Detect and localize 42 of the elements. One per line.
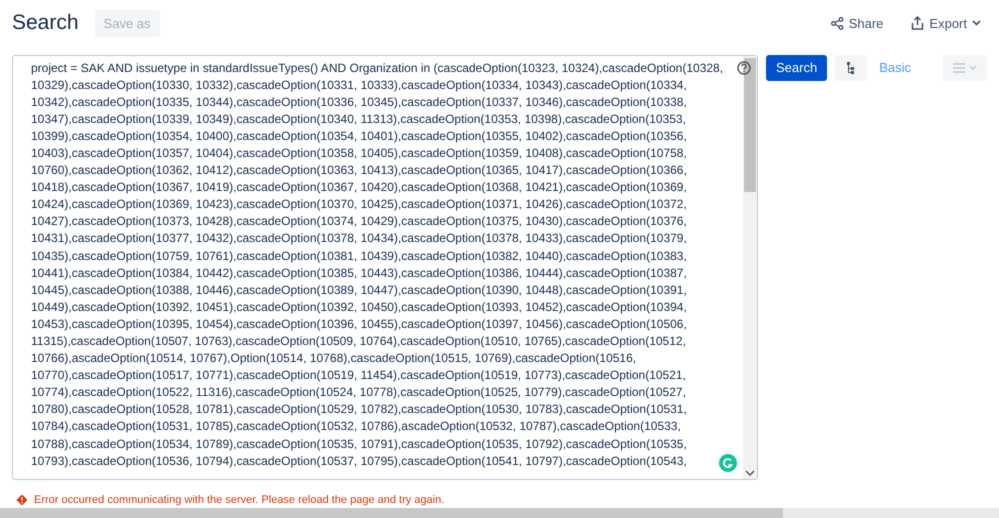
- chevron-down-icon: [969, 64, 977, 70]
- query-line: 10784),cascadeOption(10531, 10785),cascadeOption(10532, 10786),ascadeOption(10532, 10787),cascadeOption(10533,: [31, 418, 681, 436]
- query-line: 10788),cascadeOption(10534, 10789),cascadeOption(10535, 10791),cascadeOption(10535, 10792),cascadeOption(10535,: [31, 436, 687, 453]
- vertical-scrollbar[interactable]: [743, 56, 757, 478]
- query-line: 10449),cascadeOption(10392, 10451),cascadeOption(10392, 10450),cascadeOption(10393, 10452),cascadeOption(10394,: [31, 298, 687, 316]
- query-line: 10342),cascadeOption(10335, 10344),cascadeOption(10336, 10345),cascadeOption(10337, 10346),cascadeOption(10338,: [31, 94, 687, 111]
- query-line: 10774),cascadeOption(10522, 11316),cascadeOption(10524, 10778),cascadeOption(10525, 10779),cascadeOption(10527,: [31, 384, 686, 402]
- hierarchy-icon: [846, 62, 856, 74]
- structure-button[interactable]: [835, 54, 868, 80]
- query-line: 10780),cascadeOption(10528, 10781),cascadeOption(10529, 10782),cascadeOption(10530, 10783),cascadeOption(10531,: [31, 401, 687, 418]
- query-line: project = SAK AND issuetype in standardIssueTypes() AND Organization in (cascadeOption(10323, 10324),cascadeOption(10328,: [31, 60, 724, 76]
- query-line: 11315),cascadeOption(10507, 10763),cascadeOption(10509, 10764),cascadeOption(10510, 10765),cascadeOption(10512,: [31, 333, 686, 350]
- query-line: 10770),cascadeOption(10517, 10771),cascadeOption(10519, 11454),cascadeOption(10519, 10773),cascadeOption(10521,: [31, 367, 686, 384]
- horizontal-scrollbar[interactable]: [0, 508, 999, 518]
- query-line: 10403),cascadeOption(10357, 10404),cascadeOption(10358, 10405),cascadeOption(10359, 10408),cascadeOption(10758,: [31, 144, 687, 162]
- error-icon: [16, 494, 28, 506]
- error-message: Error occurred communicating with the server. Please reload the page and try again.: [34, 492, 444, 508]
- page-title: Search: [12, 10, 79, 36]
- query-line: 10427),cascadeOption(10373, 10428),cascadeOption(10374, 10429),cascadeOption(10375, 10430),cascadeOption(10376,: [31, 213, 687, 230]
- query-line: 10418),cascadeOption(10367, 10419),cascadeOption(10367, 10420),cascadeOption(10368, 10421),cascadeOption(10369,: [31, 179, 687, 196]
- menu-icon: [953, 62, 965, 72]
- query-line: 10766),ascadeOption(10514, 10767),Option(10514, 10768),cascadeOption(10515, 10769),cascadeOption(10516,: [31, 350, 636, 368]
- chevron-down-icon: [972, 20, 981, 26]
- share-icon: [830, 16, 844, 30]
- query-line: 10431),cascadeOption(10377, 10432),cascadeOption(10378, 10434),cascadeOption(10378, 10433),cascadeOption(10379,: [31, 230, 687, 248]
- upload-icon: [911, 16, 924, 30]
- query-line: 10793),cascadeOption(10536, 10794),cascadeOption(10537, 10795),cascadeOption(10541, 10797),cascadeOption(10543,: [31, 452, 687, 470]
- chevron-down-icon[interactable]: [745, 468, 755, 476]
- query-line: 10441),cascadeOption(10384, 10442),cascadeOption(10385, 10443),cascadeOption(10386, 10444),cascadeOption(10387,: [31, 264, 687, 282]
- share-button[interactable]: Share: [824, 10, 890, 37]
- help-icon[interactable]: [737, 60, 751, 74]
- query-line: 10453),cascadeOption(10395, 10454),cascadeOption(10396, 10455),cascadeOption(10397, 10456),cascadeOption(10506,: [31, 316, 687, 333]
- query-line: 10424),cascadeOption(10369, 10423),cascadeOption(10370, 10425),cascadeOption(10371, 10426),cascadeOption(10372,: [31, 196, 687, 214]
- query-line: 10435),cascadeOption(10759, 10761),cascadeOption(10381, 10439),cascadeOption(10382, 10440),cascadeOption(10383,: [31, 248, 687, 265]
- query-line: 10445),cascadeOption(10388, 10446),cascadeOption(10389, 10447),cascadeOption(10390, 10448),cascadeOption(10391,: [31, 282, 687, 299]
- query-line: 10347),cascadeOption(10339, 10349),cascadeOption(10340, 11313),cascadeOption(10353, 10398),cascadeOption(10353,: [31, 110, 686, 128]
- search-button[interactable]: Search: [766, 54, 828, 80]
- query-line: 10329),cascadeOption(10330, 10332),cascadeOption(10331, 10333),cascadeOption(10334, 10343),cascadeOption(10334,: [31, 76, 687, 94]
- query-line: 10760),cascadeOption(10362, 10412),cascadeOption(10363, 10413),cascadeOption(10365, 10417),cascadeOption(10366,: [31, 162, 687, 180]
- query-line: 10399),cascadeOption(10354, 10400),cascadeOption(10354, 10401),cascadeOption(10355, 10402),cascadeOption(10356,: [31, 128, 687, 145]
- export-button[interactable]: Export: [905, 10, 987, 37]
- query-editor[interactable]: [12, 54, 758, 480]
